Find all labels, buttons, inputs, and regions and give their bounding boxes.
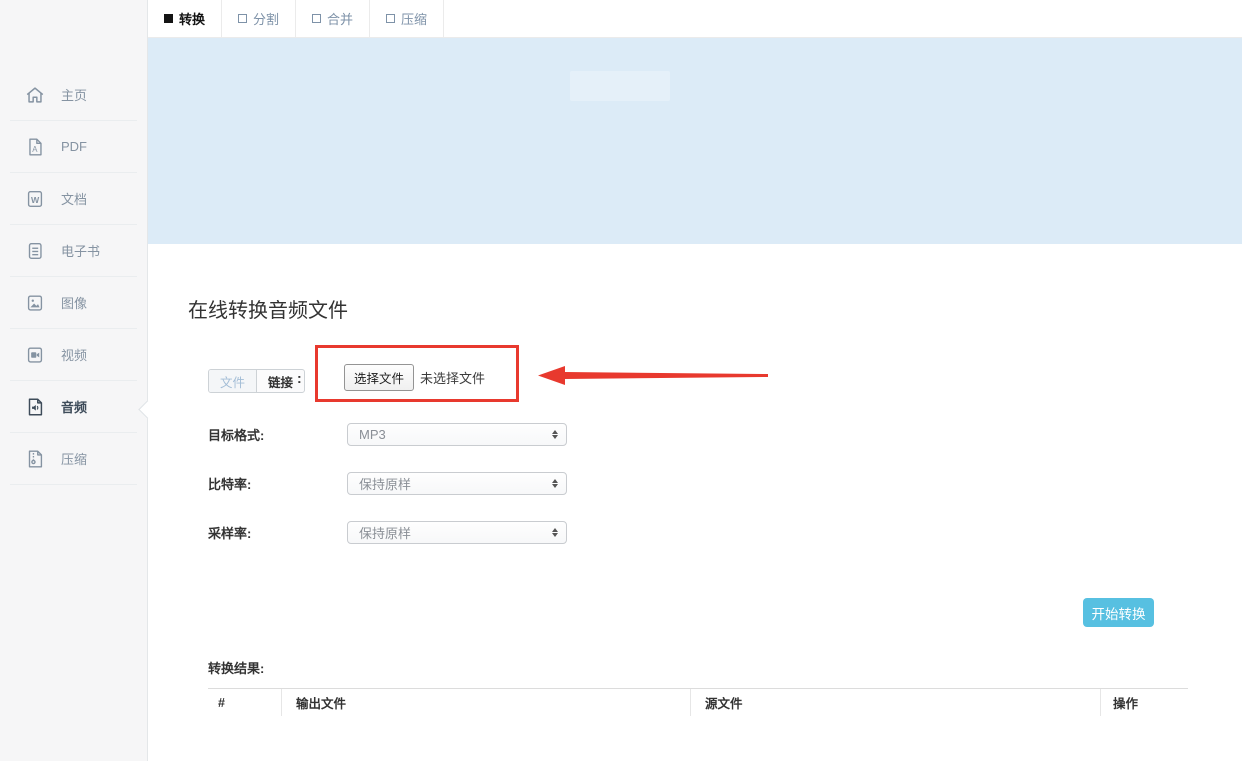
tab-label: 转换 (178, 12, 205, 27)
col-header-index: # (218, 695, 225, 710)
tab-bar: 转换 分割 合并 压缩 (148, 0, 1242, 38)
home-icon (26, 86, 44, 103)
choose-file-button[interactable]: 选择文件 (344, 364, 415, 391)
sample-rate-label: 采样率: (208, 526, 252, 541)
image-icon (27, 294, 43, 311)
pdf-file-icon: A (29, 138, 42, 155)
ebook-icon (28, 242, 42, 259)
stepper-arrows-icon (552, 430, 558, 439)
sidebar-item-home[interactable]: 主页 (10, 69, 137, 121)
sample-rate-value: 保持原样 (359, 526, 412, 541)
sidebar-item-label: 电子书 (61, 244, 101, 259)
sample-rate-select[interactable]: 保持原样 (347, 521, 567, 544)
outline-square-icon (385, 14, 395, 23)
bitrate-label: 比特率: (208, 477, 252, 492)
tab-convert[interactable]: 转换 (148, 0, 222, 37)
sidebar: 主页 A PDF W 文档 电子书 图像 视频 音频 压缩 (0, 0, 148, 761)
sidebar-item-label: 主页 (61, 88, 88, 103)
sidebar-item-archive[interactable]: 压缩 (10, 433, 137, 485)
tab-merge[interactable]: 合并 (296, 0, 370, 37)
target-format-label: 目标格式: (208, 428, 265, 443)
red-annotation-arrow (538, 366, 768, 385)
header-banner (148, 38, 1242, 244)
word-doc-icon: W (27, 190, 43, 207)
sidebar-item-pdf[interactable]: A PDF (10, 121, 137, 173)
bitrate-select[interactable]: 保持原样 (347, 472, 567, 495)
sidebar-item-label: 音频 (61, 400, 88, 415)
sidebar-nav-list: 主页 A PDF W 文档 电子书 图像 视频 音频 压缩 (0, 69, 147, 485)
tab-label: 压缩 (400, 12, 427, 27)
toggle-colon: : (297, 370, 302, 386)
col-header-operation: 操作 (1100, 689, 1188, 716)
archive-icon (28, 450, 43, 467)
audio-icon (28, 397, 43, 416)
source-type-toggle: 文件 链接 (208, 369, 306, 393)
sidebar-item-label: 文档 (61, 192, 88, 207)
sidebar-item-audio[interactable]: 音频 (10, 381, 137, 433)
tab-label: 合并 (326, 12, 353, 27)
tab-label: 分割 (252, 12, 279, 27)
banner-faded-watermark (570, 71, 670, 101)
target-format-value: MP3 (359, 427, 386, 442)
sidebar-item-label: 图像 (61, 296, 88, 311)
sidebar-item-document[interactable]: W 文档 (10, 173, 137, 225)
target-format-select[interactable]: MP3 (347, 423, 567, 446)
svg-text:W: W (31, 195, 40, 205)
tab-split[interactable]: 分割 (222, 0, 296, 37)
file-status-text: 未选择文件 (420, 371, 486, 386)
results-label: 转换结果: (208, 661, 265, 676)
sidebar-item-image[interactable]: 图像 (10, 277, 137, 329)
sidebar-item-ebook[interactable]: 电子书 (10, 225, 137, 277)
svg-text:A: A (32, 145, 38, 154)
stepper-arrows-icon (552, 528, 558, 537)
col-header-output-file: 输出文件 (281, 689, 690, 716)
col-header-source-file: 源文件 (690, 689, 1100, 716)
tab-compress[interactable]: 压缩 (370, 0, 444, 37)
sidebar-item-label: 压缩 (61, 452, 88, 467)
sidebar-item-label: PDF (61, 139, 87, 154)
file-input-row: 选择文件 未选择文件 (344, 364, 485, 391)
page-title: 在线转换音频文件 (188, 300, 348, 322)
stepper-arrows-icon (552, 479, 558, 488)
bitrate-value: 保持原样 (359, 477, 412, 492)
sidebar-item-label: 视频 (61, 348, 88, 363)
outline-square-icon (311, 14, 321, 23)
main-content: 在线转换音频文件 文件 链接 : 选择文件 未选择文件 目标格式: MP3 比特… (148, 244, 1242, 761)
filled-square-icon (163, 14, 173, 23)
results-table-header: # 输出文件 源文件 操作 (208, 688, 1188, 716)
video-icon (27, 346, 43, 363)
start-convert-button[interactable]: 开始转换 (1083, 598, 1154, 627)
source-file-toggle[interactable]: 文件 (209, 370, 257, 392)
red-highlight-box: 选择文件 未选择文件 (315, 345, 519, 402)
outline-square-icon (237, 14, 247, 23)
sidebar-item-video[interactable]: 视频 (10, 329, 137, 381)
